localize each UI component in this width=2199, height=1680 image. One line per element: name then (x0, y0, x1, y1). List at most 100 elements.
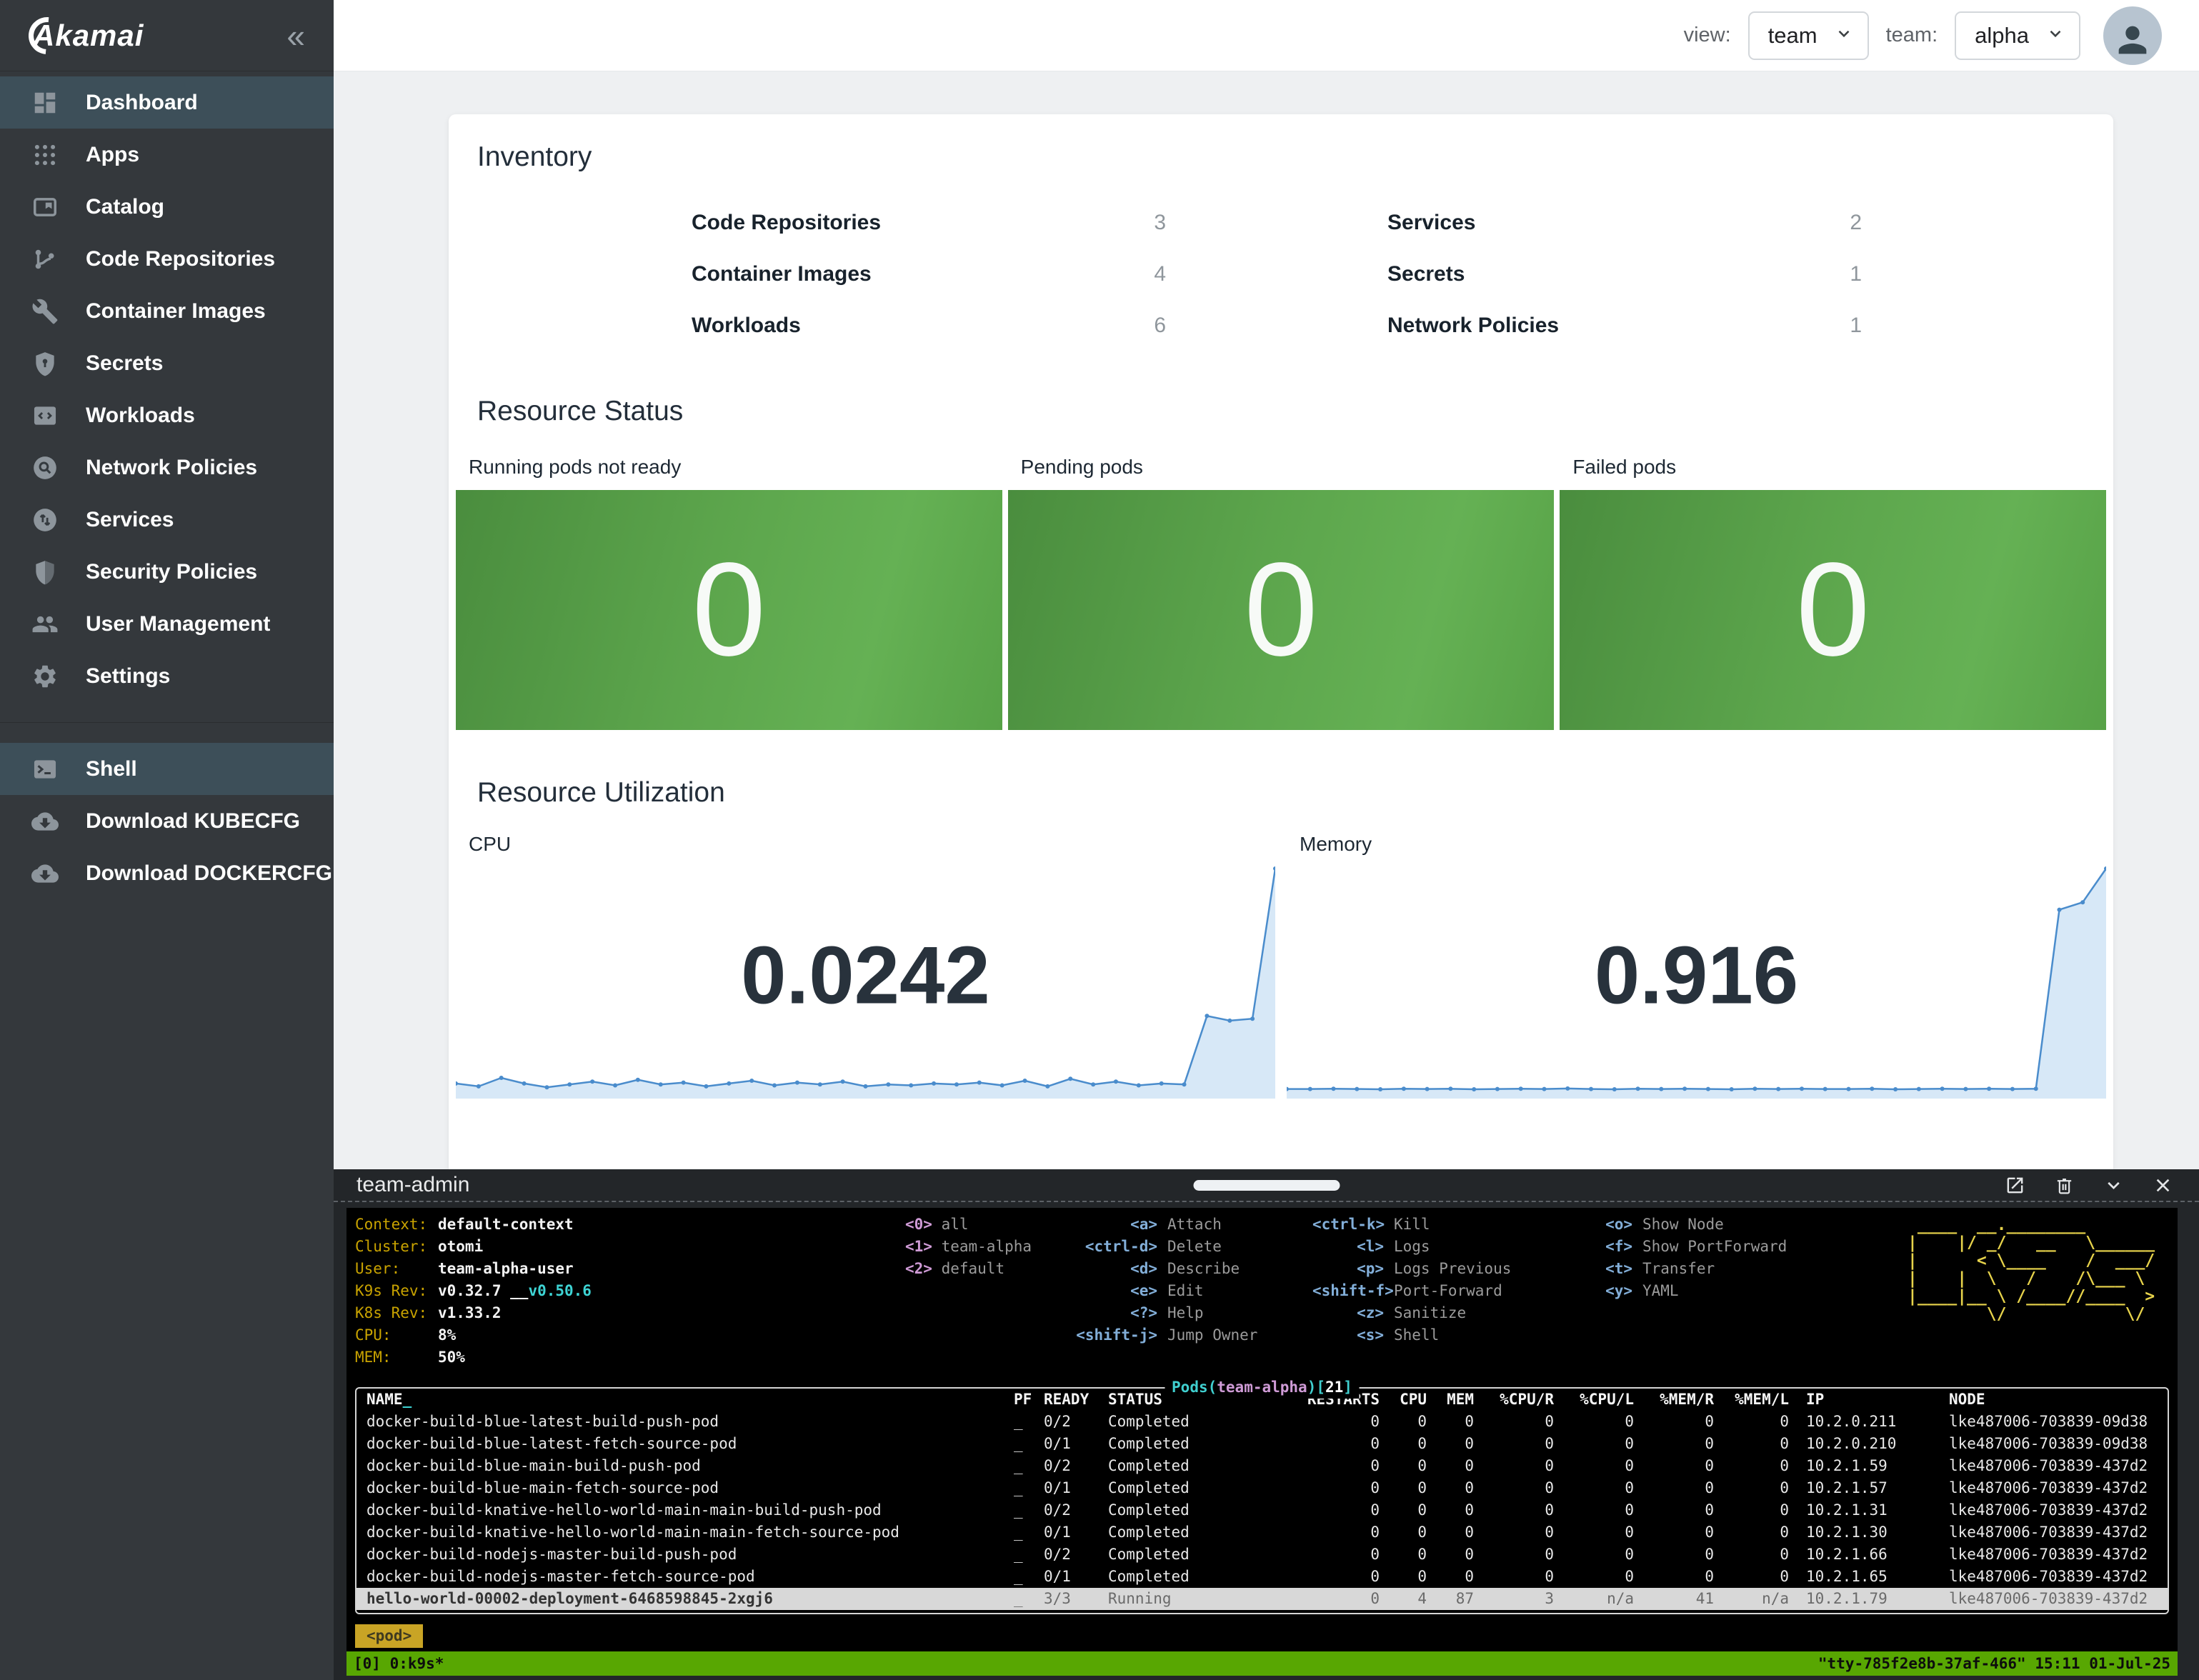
sidebar-item-download-dockercfg[interactable]: Download DOCKERCFG (0, 847, 334, 899)
k9s-info-row: CPU:8% (355, 1324, 592, 1346)
view-select-value: team (1768, 23, 1817, 49)
pod-cell: 0 (1427, 1544, 1474, 1566)
sidebar-item-container-images[interactable]: Container Images (0, 285, 334, 337)
status-tile: Failed pods0 (1560, 443, 2106, 730)
drag-handle[interactable] (1193, 1180, 1340, 1191)
pod-cell: 87 (1427, 1588, 1474, 1610)
sidebar-item-workloads[interactable]: Workloads (0, 389, 334, 441)
terminal-header-actions (2005, 1175, 2173, 1196)
pods-column-header: %CPU/L (1554, 1389, 1634, 1411)
pod-cell: 0 (1554, 1499, 1634, 1521)
k9s-cluster-info: Context:default-contextCluster:otomiUser… (355, 1214, 592, 1369)
trash-icon[interactable] (2054, 1175, 2075, 1196)
pod-row[interactable]: docker-build-knative-hello-world-main-ma… (356, 1521, 2168, 1544)
user-avatar[interactable] (2103, 6, 2162, 65)
k9s-ascii-logo: ____ __.________ | |/ _/ __ \______ | < … (1908, 1216, 2165, 1324)
team-select[interactable]: alpha (1955, 11, 2080, 60)
k9s-hotkey-row: <shift-f>Port-Forward (1312, 1280, 1511, 1302)
pod-cell: 0 (1634, 1411, 1714, 1433)
pod-cell: 10.2.1.31 (1789, 1499, 1932, 1521)
utilization-chart-label: Memory (1300, 833, 2106, 856)
sparkline-chart: 0.0242 (456, 864, 1275, 1099)
view-label: view: (1684, 24, 1731, 47)
sidebar-item-secrets[interactable]: Secrets (0, 337, 334, 389)
sidebar-item-user-management[interactable]: User Management (0, 598, 334, 650)
terminal-panel: team-admin Context:default-contextCluste… (334, 1169, 2199, 1680)
sidebar-collapse-button[interactable]: « (286, 19, 305, 52)
pod-row[interactable]: docker-build-blue-main-fetch-source-pod_… (356, 1477, 2168, 1499)
sparkline-chart: 0.916 (1287, 864, 2106, 1099)
k9s-hotkeys-col3: <o>Show Node<f>Show PortForward<t>Transf… (1598, 1214, 1787, 1302)
sidebar-item-settings[interactable]: Settings (0, 650, 334, 702)
pod-row[interactable]: docker-build-blue-main-build-push-pod_0/… (356, 1455, 2168, 1477)
sidebar-item-dashboard[interactable]: Dashboard (0, 76, 334, 129)
inventory-item-label: Secrets (1387, 262, 1465, 286)
sidebar-item-services[interactable]: Services (0, 494, 334, 546)
sidebar-item-network-policies[interactable]: Network Policies (0, 441, 334, 494)
pod-row[interactable]: docker-build-knative-hello-world-main-ma… (356, 1499, 2168, 1521)
close-icon[interactable] (2153, 1175, 2173, 1196)
sidebar-item-label: Download DOCKERCFG (86, 861, 332, 886)
pod-cell: 0/2 (1044, 1455, 1108, 1477)
pod-cell: lke487006-703839-437d2 (1932, 1499, 2168, 1521)
k9s-breadcrumb: <pod> (355, 1624, 423, 1648)
open-in-new-icon[interactable] (2005, 1175, 2025, 1196)
sidebar-item-code-repositories[interactable]: Code Repositories (0, 233, 334, 285)
status-tile-value: 0 (1244, 544, 1317, 676)
resource-status-title: Resource Status (477, 396, 2113, 427)
pod-cell: 0 (1634, 1455, 1714, 1477)
k9s-hotkey-row: <z>Sanitize (1312, 1302, 1511, 1324)
chevron-down-icon[interactable] (2103, 1175, 2124, 1196)
pod-cell: 0/2 (1044, 1544, 1108, 1566)
inventory-item: Network Policies1 (1387, 300, 1862, 351)
k9s-context-row[interactable]: <2> default (905, 1258, 1032, 1280)
pod-cell: 0 (1427, 1477, 1474, 1499)
pods-table: Pods(team-alpha)[21] NAME_PFREADYSTATUSR… (355, 1387, 2169, 1614)
catalog-icon (31, 194, 59, 221)
pod-cell: 0 (1427, 1455, 1474, 1477)
view-select[interactable]: team (1748, 11, 1869, 60)
sidebar-item-shell[interactable]: Shell (0, 743, 334, 795)
pod-cell: 0 (1554, 1566, 1634, 1588)
k9s-context-row[interactable]: <1> team-alpha (905, 1236, 1032, 1258)
sidebar-item-apps[interactable]: Apps (0, 129, 334, 181)
sidebar-nav: DashboardAppsCatalogCode RepositoriesCon… (0, 76, 334, 702)
pod-cell: lke487006-703839-437d2 (1932, 1521, 2168, 1544)
pod-cell: 0 (1634, 1499, 1714, 1521)
sidebar-item-catalog[interactable]: Catalog (0, 181, 334, 233)
pod-row[interactable]: docker-build-nodejs-master-fetch-source-… (356, 1566, 2168, 1588)
pod-cell: 0 (1714, 1455, 1789, 1477)
pod-row[interactable]: docker-build-blue-latest-build-push-pod_… (356, 1411, 2168, 1433)
pod-cell: 0 (1474, 1499, 1554, 1521)
apps-icon (31, 141, 59, 169)
k9s-info-row: User:team-alpha-user (355, 1258, 592, 1280)
pod-cell: 0 (1474, 1521, 1554, 1544)
network-policies-icon (31, 454, 59, 481)
status-tile: Pending pods0 (1008, 443, 1555, 730)
sidebar-item-security-policies[interactable]: Security Policies (0, 546, 334, 598)
pod-cell: 0 (1380, 1411, 1427, 1433)
pod-cell: 0 (1283, 1455, 1380, 1477)
sidebar-item-download-kubecfg[interactable]: Download KUBECFG (0, 795, 334, 847)
pod-cell: 0 (1283, 1499, 1380, 1521)
pod-row[interactable]: hello-world-00002-deployment-6468598845-… (356, 1588, 2168, 1610)
pod-cell: 0 (1714, 1544, 1789, 1566)
pod-cell: docker-build-knative-hello-world-main-ma… (356, 1521, 1014, 1544)
pod-cell: 0 (1380, 1433, 1427, 1455)
pod-cell: 0 (1714, 1477, 1789, 1499)
pod-row[interactable]: docker-build-nodejs-master-build-push-po… (356, 1544, 2168, 1566)
pod-cell: lke487006-703839-437d2 (1932, 1544, 2168, 1566)
pod-cell: 0 (1283, 1566, 1380, 1588)
download-icon (31, 808, 59, 835)
pod-row[interactable]: docker-build-blue-latest-fetch-source-po… (356, 1433, 2168, 1455)
chevron-down-icon (2046, 23, 2065, 49)
pod-cell: 0 (1474, 1455, 1554, 1477)
pod-cell: 10.2.0.210 (1789, 1433, 1932, 1455)
status-tile-label: Failed pods (1572, 456, 2106, 479)
pods-column-header: IP (1789, 1389, 1932, 1411)
pod-cell: n/a (1714, 1588, 1789, 1610)
pod-cell: 0/1 (1044, 1477, 1108, 1499)
k9s-context-row[interactable]: <0> all (905, 1214, 1032, 1236)
k9s-cursor: _ (403, 1391, 412, 1408)
pod-cell: 4 (1380, 1588, 1427, 1610)
